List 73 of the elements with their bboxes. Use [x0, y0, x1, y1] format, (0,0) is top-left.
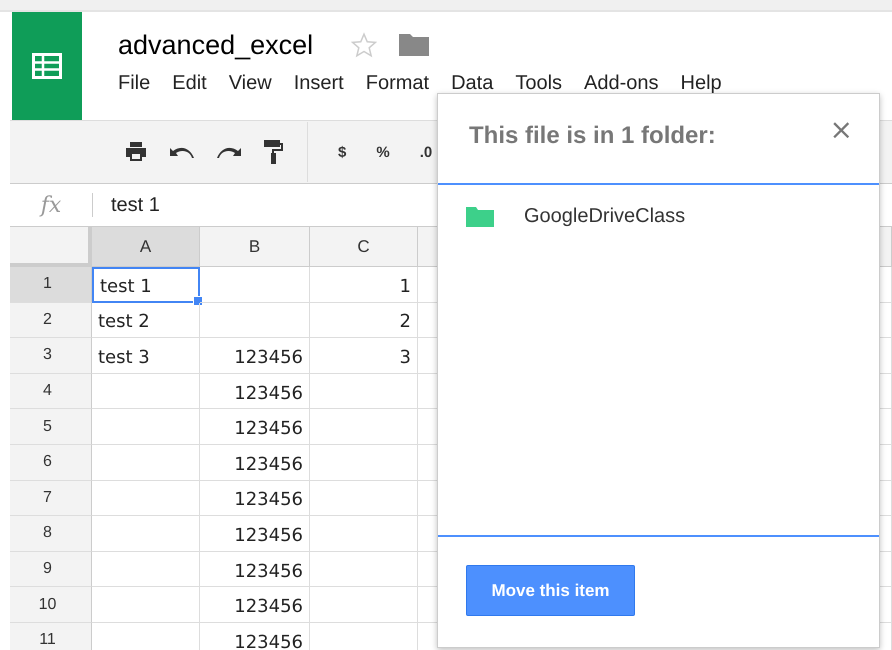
table-cell[interactable]	[92, 587, 200, 623]
table-cell[interactable]	[310, 587, 418, 623]
table-cell[interactable]: test 2	[92, 302, 200, 338]
row-header[interactable]: 1	[10, 267, 92, 303]
row-header[interactable]: 3	[10, 338, 92, 374]
table-cell[interactable]: test 1	[92, 267, 200, 303]
folder-icon[interactable]	[399, 34, 430, 56]
menu-item[interactable]: Insert	[294, 72, 344, 95]
redo-icon[interactable]	[217, 145, 241, 159]
format-button[interactable]: %	[376, 144, 390, 160]
menu-item[interactable]: Add-ons	[584, 72, 659, 95]
table-cell[interactable]	[92, 409, 200, 445]
document-title[interactable]: advanced_excel	[118, 30, 314, 60]
table-cell[interactable]	[310, 444, 418, 481]
column-header[interactable]: B	[200, 227, 310, 267]
menu-item[interactable]: File	[118, 72, 150, 95]
menu-item[interactable]: Format	[366, 72, 430, 95]
format-button[interactable]: $	[338, 144, 346, 160]
table-cell[interactable]	[92, 516, 200, 552]
row-header[interactable]: 7	[10, 480, 92, 516]
table-cell[interactable]: 1	[310, 267, 418, 303]
row-header[interactable]: 8	[10, 516, 92, 552]
spreadsheet-logo[interactable]	[12, 12, 82, 120]
menu-item[interactable]: Data	[451, 72, 494, 95]
table-cell[interactable]: 123456	[200, 409, 310, 445]
fill-handle[interactable]	[193, 296, 203, 306]
format-button[interactable]: .0	[420, 144, 432, 160]
table-cell[interactable]: 123456	[200, 516, 310, 552]
table-cell[interactable]	[200, 267, 310, 303]
table-cell[interactable]	[310, 516, 418, 552]
table-cell[interactable]	[92, 374, 200, 410]
table-cell[interactable]: 123456	[200, 587, 310, 623]
row-header[interactable]: 6	[10, 444, 92, 481]
table-cell[interactable]: 123456	[200, 552, 310, 588]
table-icon	[32, 53, 62, 79]
table-cell[interactable]	[310, 374, 418, 410]
row-header[interactable]: 11	[10, 622, 92, 650]
print-icon[interactable]	[125, 142, 147, 162]
menu-item[interactable]: Edit	[172, 72, 207, 95]
table-cell[interactable]	[310, 409, 418, 445]
row-header[interactable]: 10	[10, 587, 92, 623]
table-cell[interactable]	[310, 480, 418, 516]
table-cell[interactable]	[310, 552, 418, 588]
menu-item[interactable]: Tools	[515, 72, 562, 95]
table-cell[interactable]	[92, 552, 200, 588]
table-cell[interactable]: 123456	[200, 374, 310, 410]
row-header[interactable]: 5	[10, 409, 92, 445]
select-all-corner[interactable]	[10, 227, 92, 267]
table-cell[interactable]: 123456	[200, 622, 310, 650]
column-header[interactable]: C	[310, 227, 418, 267]
table-cell[interactable]: test 3	[92, 338, 200, 374]
table-cell[interactable]	[200, 302, 310, 338]
close-button[interactable]: ×	[830, 113, 853, 146]
row-header[interactable]: 2	[10, 302, 92, 338]
paint-roller-icon[interactable]	[264, 140, 284, 164]
formula-input[interactable]: test 1	[111, 194, 160, 216]
undo-icon[interactable]	[170, 145, 194, 159]
table-cell[interactable]	[92, 480, 200, 516]
menu-item[interactable]: Help	[680, 72, 722, 95]
column-header[interactable]: A	[92, 227, 200, 267]
folder-name[interactable]: GoogleDriveClass	[524, 205, 686, 228]
table-cell[interactable]: 3	[310, 338, 418, 374]
row-header[interactable]: 4	[10, 374, 92, 410]
table-cell[interactable]: 123456	[200, 480, 310, 516]
menu-item[interactable]: View	[228, 72, 272, 95]
table-cell[interactable]: 2	[310, 302, 418, 338]
row-header[interactable]: 9	[10, 552, 92, 588]
function-label: fx	[38, 192, 62, 218]
table-cell[interactable]: 123456	[200, 338, 310, 374]
star-icon[interactable]	[351, 32, 378, 58]
popup-title: This file is in 1 folder:	[469, 122, 716, 150]
table-cell[interactable]: 123456	[200, 444, 310, 481]
table-cell[interactable]	[92, 444, 200, 481]
